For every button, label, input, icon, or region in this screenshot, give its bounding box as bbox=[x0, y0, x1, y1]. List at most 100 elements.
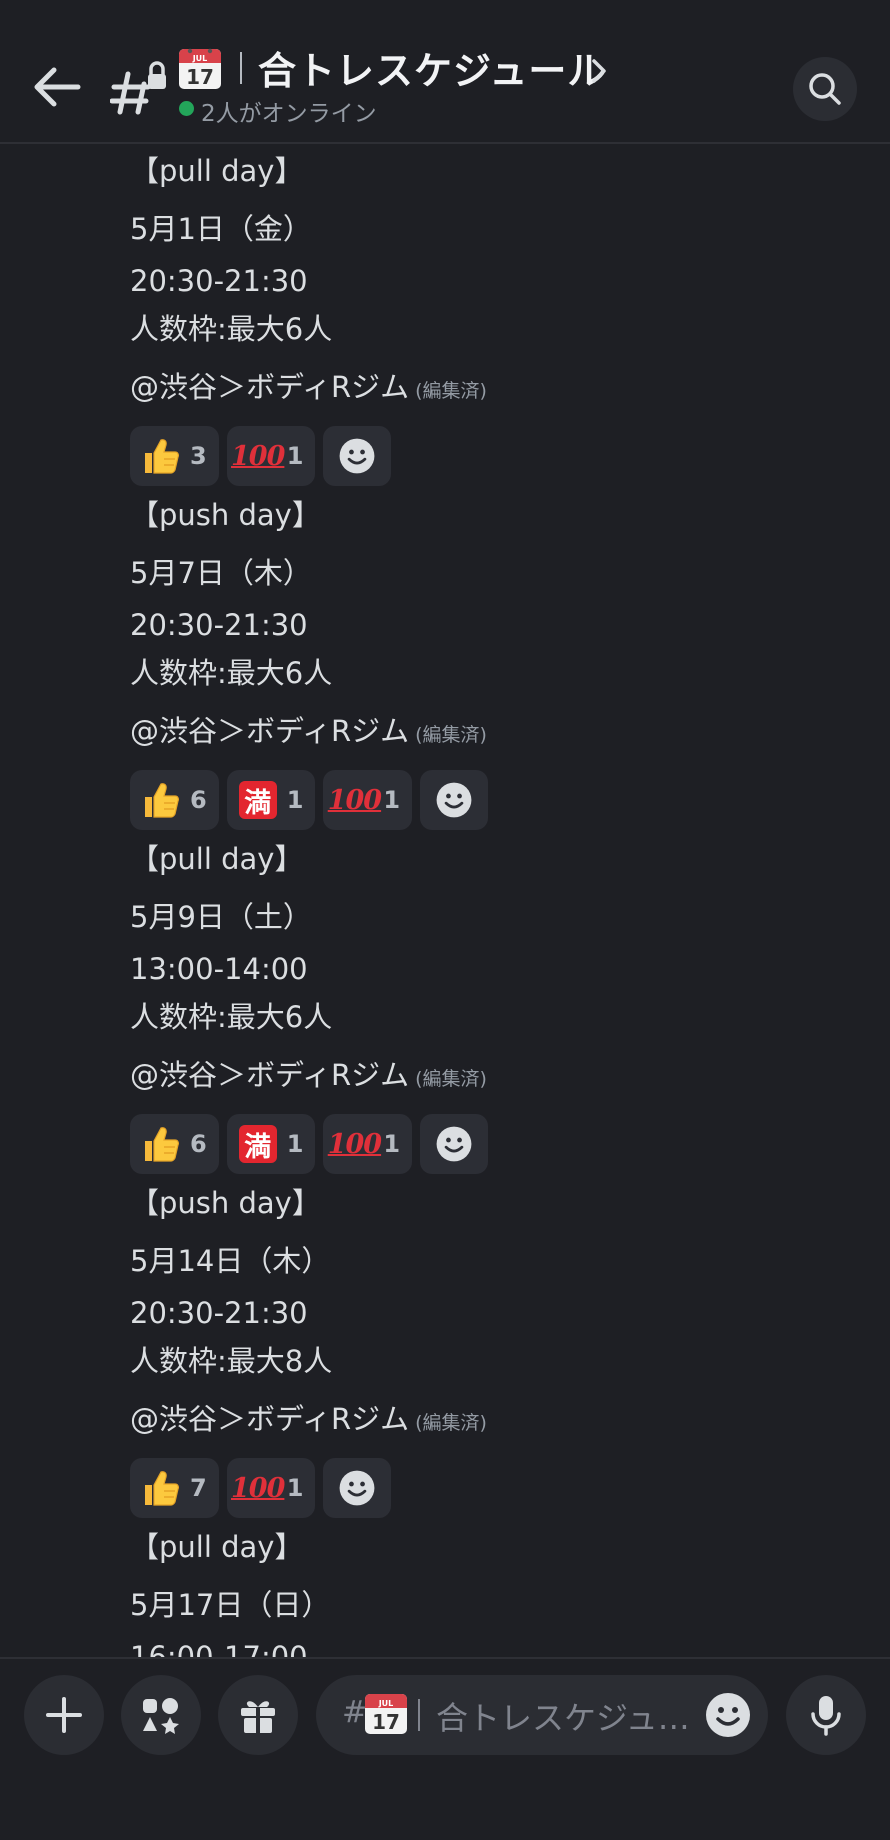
location-text: @渋谷＞ボディRジム bbox=[130, 1402, 410, 1436]
edited-label: (編集済) bbox=[415, 380, 487, 402]
message-item[interactable]: 【pull day】 5月1日（金） 20:30-21:30 人数枠:最大6人 @渋谷＞… bbox=[0, 144, 890, 488]
gift-icon bbox=[241, 1701, 275, 1733]
reaction-bar: 6 満 1 100 1 bbox=[130, 770, 489, 830]
smiley-icon bbox=[436, 1126, 472, 1162]
post-capacity: 人数枠:最大6人 bbox=[130, 312, 333, 346]
reaction-bar: 3 100 1 bbox=[130, 426, 392, 486]
post-capacity: 人数枠:最大8人 bbox=[130, 1344, 333, 1378]
message-input[interactable]: # JUL 17 合トレスケジュ… bbox=[316, 1675, 768, 1755]
message-list[interactable]: 【pull day】 5月1日（金） 20:30-21:30 人数枠:最大6人 @渋谷＞… bbox=[0, 144, 890, 1657]
reaction-bar: 6 満 1 100 1 bbox=[130, 1114, 489, 1174]
smiley-icon bbox=[436, 782, 472, 818]
plus-icon bbox=[46, 1697, 82, 1733]
input-separator bbox=[418, 1699, 420, 1731]
reaction-button[interactable]: 7 bbox=[130, 1458, 219, 1518]
reaction-count: 1 bbox=[286, 1130, 304, 1158]
reaction-button[interactable]: 100 1 bbox=[323, 1114, 413, 1174]
online-count: 2人がオンライン bbox=[201, 101, 377, 127]
apps-icon bbox=[143, 1698, 179, 1734]
calendar-month-text: JUL bbox=[378, 1699, 394, 1708]
hundred-points-icon: 100 bbox=[231, 1472, 285, 1504]
back-button[interactable] bbox=[28, 58, 86, 116]
reaction-count: 1 bbox=[286, 786, 304, 814]
post-location: @渋谷＞ボディRジム (編集済) bbox=[130, 708, 487, 750]
reaction-button[interactable]: 満1 bbox=[226, 1114, 316, 1174]
post-time: 20:30-21:30 bbox=[130, 264, 308, 298]
full-button-label: 満 bbox=[238, 1125, 277, 1163]
emoji-picker-button[interactable] bbox=[704, 1691, 752, 1739]
apps-button[interactable] bbox=[121, 1675, 201, 1755]
calendar-month-text: JUL bbox=[192, 54, 208, 63]
reaction-button[interactable]: 6 bbox=[130, 770, 219, 830]
reaction-count: 1 bbox=[383, 786, 401, 814]
reaction-button[interactable]: 満1 bbox=[226, 770, 316, 830]
post-time: 20:30-21:30 bbox=[130, 1296, 308, 1330]
reaction-count: 1 bbox=[286, 1474, 304, 1502]
composer-bar: # JUL 17 合トレスケジュ… bbox=[0, 1657, 890, 1840]
add-reaction-button[interactable] bbox=[323, 1458, 392, 1518]
reaction-bar: 7 100 1 bbox=[130, 1458, 392, 1518]
post-time: 20:30-21:30 bbox=[130, 608, 308, 642]
voice-message-button[interactable] bbox=[786, 1675, 866, 1755]
post-capacity: 人数枠:最大6人 bbox=[130, 1000, 333, 1034]
message-item[interactable]: 【pull day】 5月17日（日） 16:00-17:00 bbox=[0, 1520, 890, 1657]
hundred-points-icon: 100 bbox=[231, 440, 285, 472]
post-time: 16:00-17:00 bbox=[130, 1640, 308, 1657]
reaction-button[interactable]: 6 bbox=[130, 1114, 219, 1174]
reaction-button[interactable]: 100 1 bbox=[226, 1458, 316, 1518]
calendar-icon: JUL 17 bbox=[364, 1691, 408, 1735]
post-heading: 【push day】 bbox=[130, 498, 321, 532]
reaction-count: 3 bbox=[190, 442, 207, 470]
chevron-right-icon[interactable] bbox=[588, 54, 612, 88]
reaction-count: 6 bbox=[190, 1130, 207, 1158]
locked-channel-icon bbox=[109, 58, 168, 118]
calendar-icon: JUL 17 bbox=[178, 46, 222, 90]
message-placeholder: 合トレスケジュ… bbox=[436, 1699, 690, 1737]
post-heading: 【pull day】 bbox=[130, 154, 304, 188]
message-item[interactable]: 【push day】 5月14日（木） 20:30-21:30 人数枠:最大8人 @渋谷… bbox=[0, 1176, 890, 1520]
search-button[interactable] bbox=[793, 57, 857, 121]
add-attachment-button[interactable] bbox=[24, 1675, 104, 1755]
title-separator bbox=[240, 52, 242, 84]
online-status-dot bbox=[179, 101, 194, 116]
reaction-button[interactable]: 100 1 bbox=[226, 426, 316, 486]
post-heading: 【pull day】 bbox=[130, 842, 304, 876]
thumbs-up-icon bbox=[140, 1123, 182, 1165]
post-location: @渋谷＞ボディRジム (編集済) bbox=[130, 364, 487, 406]
channel-title[interactable]: 合トレスケジュール bbox=[258, 40, 606, 95]
thumbs-up-icon bbox=[140, 779, 182, 821]
location-text: @渋谷＞ボディRジム bbox=[130, 1058, 410, 1092]
post-time: 13:00-14:00 bbox=[130, 952, 308, 986]
reaction-count: 1 bbox=[286, 442, 304, 470]
microphone-icon bbox=[811, 1696, 841, 1736]
calendar-day-text: 17 bbox=[186, 65, 214, 89]
post-date: 5月17日（日） bbox=[130, 1588, 331, 1622]
add-reaction-button[interactable] bbox=[420, 1114, 489, 1174]
message-item[interactable]: 【pull day】 5月9日（土） 13:00-14:00 人数枠:最大6人 @渋谷＞… bbox=[0, 832, 890, 1176]
post-heading: 【push day】 bbox=[130, 1186, 321, 1220]
hundred-points-icon: 100 bbox=[327, 1128, 382, 1160]
reaction-button[interactable]: 3 bbox=[130, 426, 219, 486]
channel-header: JUL 17 合トレスケジュール 2人がオンライン bbox=[0, 0, 890, 144]
location-text: @渋谷＞ボディRジム bbox=[130, 370, 410, 404]
post-date: 5月1日（金） bbox=[130, 212, 312, 246]
gift-button[interactable] bbox=[218, 1675, 298, 1755]
full-button-label: 満 bbox=[238, 781, 277, 819]
thumbs-up-icon bbox=[140, 1467, 182, 1509]
arrow-left-icon bbox=[34, 67, 81, 107]
post-date: 5月14日（木） bbox=[130, 1244, 331, 1278]
message-item[interactable]: 【push day】 5月7日（木） 20:30-21:30 人数枠:最大6人 @渋谷＞… bbox=[0, 488, 890, 832]
add-reaction-button[interactable] bbox=[420, 770, 489, 830]
thumbs-up-icon bbox=[140, 435, 182, 477]
full-button-icon: 満 bbox=[237, 779, 279, 821]
calendar-day-text: 17 bbox=[372, 1710, 400, 1734]
edited-label: (編集済) bbox=[415, 724, 487, 746]
reaction-button[interactable]: 100 1 bbox=[323, 770, 413, 830]
smiley-icon bbox=[339, 438, 375, 474]
search-icon bbox=[809, 73, 841, 105]
post-heading: 【pull day】 bbox=[130, 1530, 304, 1564]
add-reaction-button[interactable] bbox=[323, 426, 392, 486]
edited-label: (編集済) bbox=[415, 1068, 487, 1090]
edited-label: (編集済) bbox=[415, 1412, 487, 1434]
location-text: @渋谷＞ボディRジム bbox=[130, 714, 410, 748]
